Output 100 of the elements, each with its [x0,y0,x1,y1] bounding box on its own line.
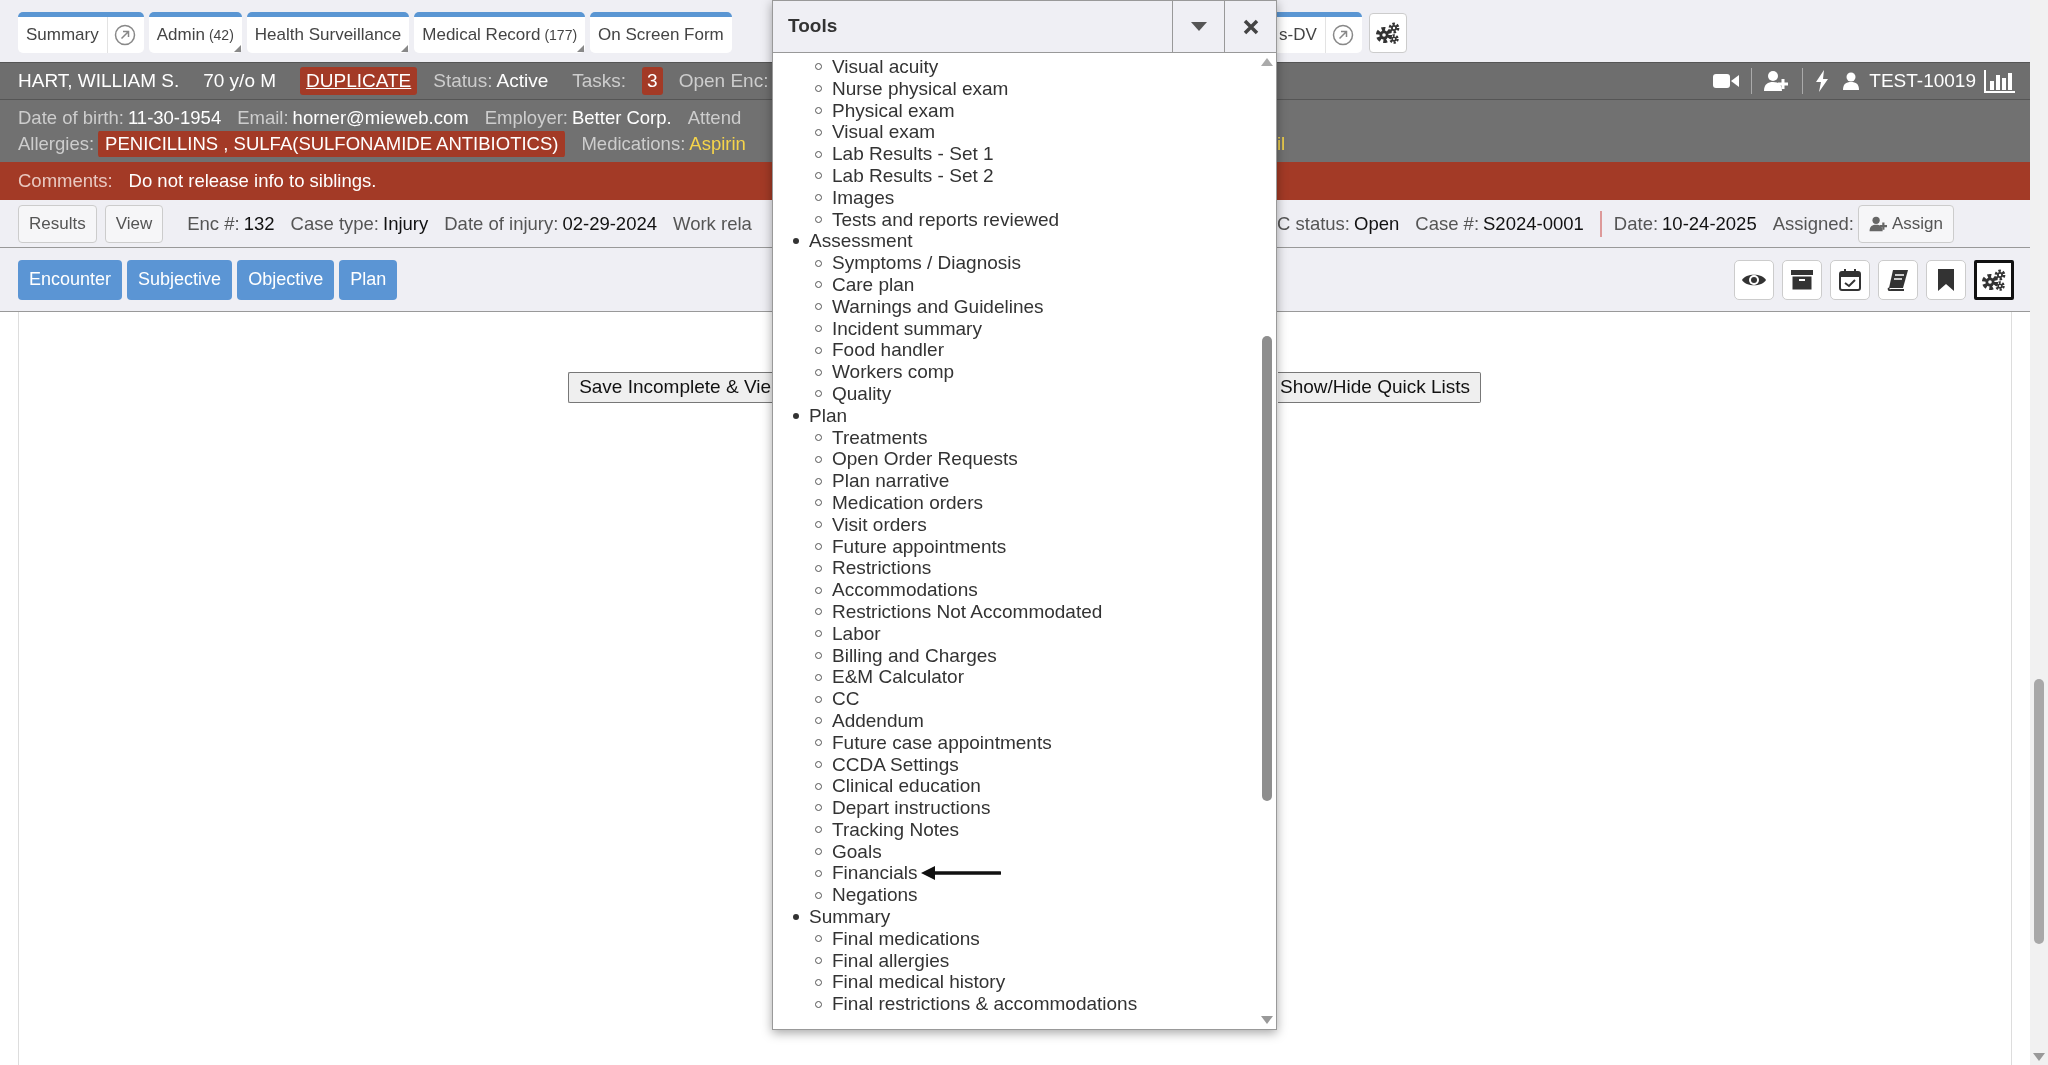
menu-item[interactable]: Open Order Requests [832,448,1018,471]
menu-item[interactable]: Food handler [832,339,944,362]
header-button[interactable]: Results [18,204,97,243]
menu-item[interactable]: Nurse physical exam [832,77,1009,100]
external-link-icon[interactable] [1331,24,1354,46]
assign-button[interactable]: Assign [1857,204,1954,243]
bar-chart-icon[interactable] [1984,69,2016,93]
add-user-icon[interactable] [1764,70,1791,92]
comments-label: Comments: [18,169,113,194]
menu-item[interactable]: Billing and Charges [832,644,997,667]
menu-item[interactable]: Restrictions [832,557,932,580]
menu-item[interactable]: Symptoms / Diagnosis [832,252,1021,274]
medications-label: Medications: [581,132,686,157]
menu-item[interactable]: Quality [832,382,892,405]
assigned-label: Assigned: [1772,211,1854,236]
dob-label: Date of birth: [18,106,124,131]
patient-name: HART, WILLIAM S. [18,68,180,93]
menu-item[interactable]: Plan narrative [832,470,950,492]
gears-icon [1375,21,1400,44]
tab[interactable]: Summary [18,12,144,53]
menu-item[interactable]: Financials [832,862,918,885]
scroll-down-icon[interactable] [1261,1016,1273,1024]
menu-item[interactable]: Lab Results - Set 1 [832,143,994,165]
lightning-bolt-icon[interactable] [1815,70,1830,92]
employer-value: Better Corp. [571,106,672,131]
menu-item[interactable]: Restrictions Not Accommodated [832,600,1103,623]
save-incomplete-button[interactable]: Save Incomplete & Vie [568,372,773,403]
bullet-icon [793,238,799,245]
menu-item[interactable]: Physical exam [832,99,955,122]
menu-item[interactable]: Medication orders [832,491,984,514]
book-icon [1887,268,1909,291]
menu-group[interactable]: Summary [809,906,891,928]
status-value: Active [496,68,549,93]
close-icon [1242,18,1259,35]
menu-item[interactable]: Final allergies [832,949,950,972]
menu-item[interactable]: Goals [832,840,882,863]
comments-text: Do not release info to siblings. [128,169,377,194]
header-button[interactable]: View [104,204,164,243]
menu-item[interactable]: Warnings and Guidelines [832,295,1044,318]
menu-item[interactable]: Images [832,186,895,209]
field-label: Date of injury: [444,211,559,236]
bullet-icon [793,913,799,920]
menu-item[interactable]: E&M Calculator [832,666,964,689]
user-icon [1843,72,1860,90]
dropdown-corner-icon [233,45,241,52]
menu-item[interactable]: Tracking Notes [832,818,960,841]
panel-title: Tools [787,14,839,39]
menu-item[interactable]: Incident summary [832,317,982,340]
menu-group[interactable]: Plan [809,404,848,427]
tab[interactable]: s-DV [1277,12,1362,53]
external-link-icon[interactable] [113,24,136,46]
menu-item[interactable]: Labor [832,622,881,645]
tasks-label: Tasks: [572,68,627,93]
archive-box-icon [1791,269,1813,290]
settings-button[interactable] [1368,12,1407,53]
field-value: 132 [243,211,275,236]
tasks-count[interactable]: 3 [642,66,663,96]
toolbar-button[interactable] [1974,259,2014,300]
menu-item[interactable]: Tests and reports reviewed [832,208,1060,231]
video-camera-icon[interactable] [1713,72,1740,90]
quick-lists-button[interactable]: Show/Hide Quick Lists [1278,372,1482,403]
menu-item[interactable]: Future case appointments [832,731,1052,754]
gears-icon [1982,268,2006,291]
field-value: S2024-0001 [1483,211,1584,236]
menu-item[interactable]: CC [832,688,860,710]
dob-value: 11-30-1954 [127,106,222,131]
duplicate-flag[interactable]: DUPLICATE [300,66,418,96]
tab[interactable]: Medical Record (177) [414,12,586,53]
menu-item[interactable]: Final medical history [832,971,1006,994]
menu-item[interactable]: Addendum [832,709,924,732]
menu-item[interactable]: Lab Results - Set 2 [832,165,994,187]
scrollbar-thumb[interactable] [1262,336,1272,801]
tab[interactable]: Admin (42) [148,12,242,53]
scrollbar-thumb[interactable] [2034,679,2044,944]
tab[interactable]: Health Surveillance [246,12,410,53]
menu-item[interactable]: Care plan [832,273,915,296]
field-label: Case #: [1415,211,1480,236]
email-label: Email: [237,106,289,131]
menu-item[interactable]: Treatments [832,426,928,449]
menu-item[interactable]: CCDA Settings [832,753,959,776]
menu-item[interactable]: Clinical education [832,775,981,798]
menu-item[interactable]: Depart instructions [832,797,991,819]
allergies-label: Allergies: [18,132,95,157]
menu-item[interactable]: Visual exam [832,121,936,144]
tab[interactable]: On Screen Form [590,12,732,53]
field-label: Enc #: [187,211,240,236]
menu-item[interactable]: Accommodations [832,579,978,601]
field-label: Case type: [290,211,379,236]
menu-item[interactable]: Visual acuity [832,56,939,78]
medication-value: Aspirin [689,132,746,157]
menu-item[interactable]: Visit orders [832,513,927,536]
field-value: 02-29-2024 [562,211,658,236]
field-label: Work rela [673,211,752,236]
menu-item[interactable]: Negations [832,884,918,907]
menu-group[interactable]: Assessment [809,230,913,253]
menu-item[interactable]: Final restrictions & accommodations [832,993,1138,1016]
medication-value: il [1277,132,1286,157]
menu-item[interactable]: Final medications [832,927,980,950]
menu-item[interactable]: Future appointments [832,535,1007,558]
menu-item[interactable]: Workers comp [832,361,955,383]
